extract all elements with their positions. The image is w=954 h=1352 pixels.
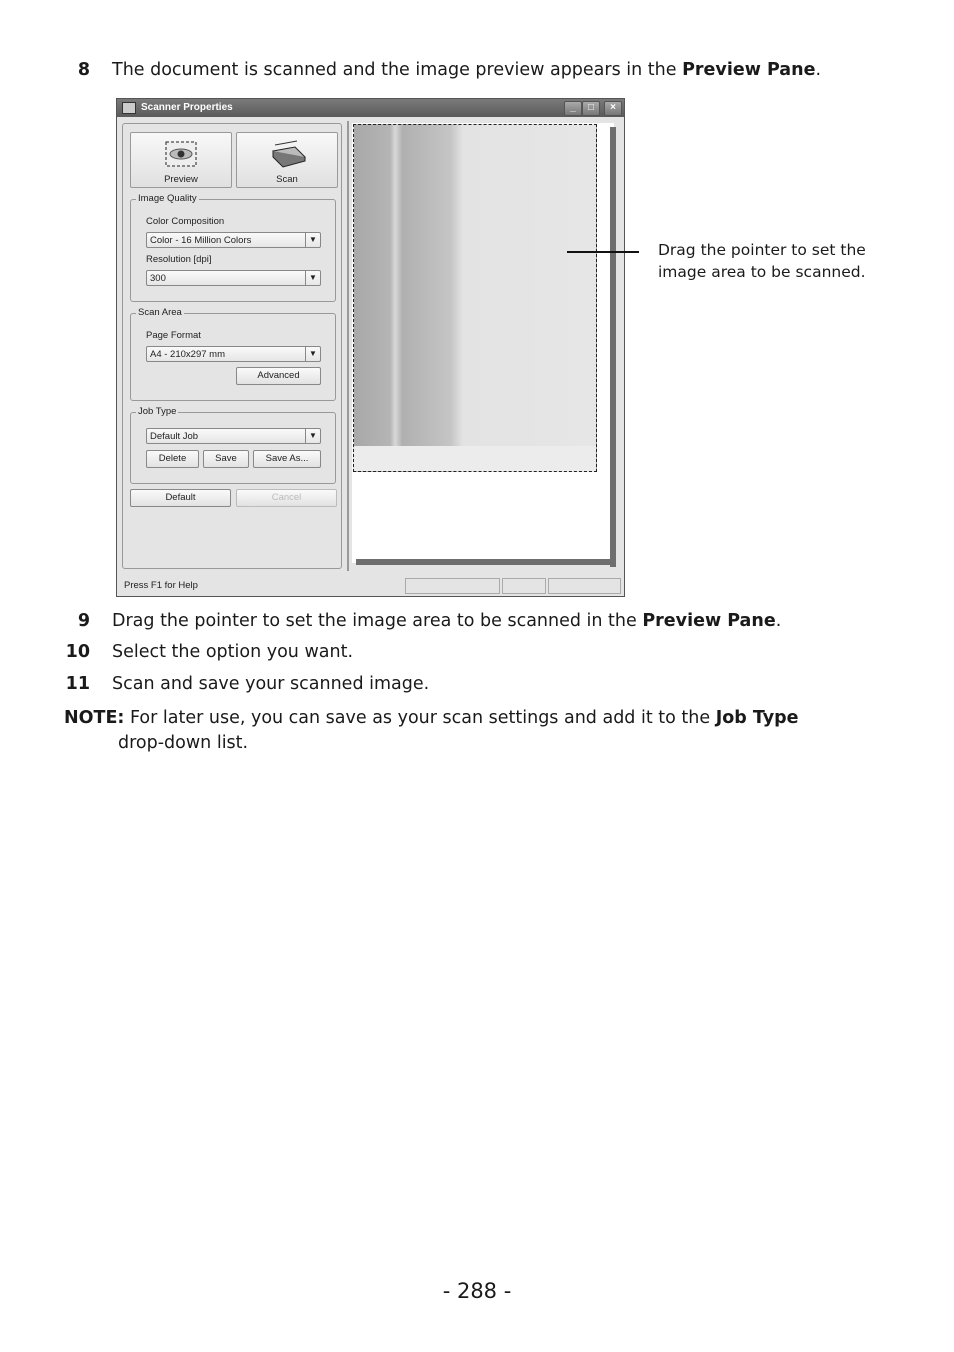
default-button[interactable]: Default [130, 489, 231, 507]
note-text-line-2: drop-down list. [118, 733, 249, 753]
chevron-down-icon: ▼ [305, 429, 320, 443]
scanner-properties-window: Scanner Properties _ □ × Preview Scan Im… [116, 98, 625, 597]
color-composition-select[interactable]: Color - 16 Million Colors ▼ [146, 232, 321, 248]
group-label: Job Type [136, 406, 179, 417]
scan-selection-area[interactable] [353, 124, 597, 472]
chevron-down-icon: ▼ [305, 271, 320, 285]
resolution-select[interactable]: 300 ▼ [146, 270, 321, 286]
note-bold: Job Type [715, 708, 799, 728]
chevron-down-icon: ▼ [305, 347, 320, 361]
image-quality-group: Image Quality Color Composition Color - … [130, 193, 336, 302]
scan-area-group: Scan Area Page Format A4 - 210x297 mm ▼ … [130, 307, 336, 401]
window-title: Scanner Properties [141, 102, 233, 113]
status-text: Press F1 for Help [124, 580, 198, 591]
status-bar: Press F1 for Help [117, 574, 624, 596]
job-type-select[interactable]: Default Job ▼ [146, 428, 321, 444]
step-number: 8 [77, 60, 90, 80]
selected-value: 300 [150, 273, 166, 284]
page-format-select[interactable]: A4 - 210x297 mm ▼ [146, 346, 321, 362]
callout-line-1: Drag the pointer to set the [658, 241, 866, 259]
callout-text: Drag the pointer to set the image area t… [658, 239, 866, 283]
eye-preview-icon [165, 141, 197, 167]
status-panel [502, 578, 546, 594]
page-shadow [610, 127, 616, 567]
status-panel [548, 578, 621, 594]
preview-button[interactable]: Preview [130, 132, 232, 188]
selected-value: A4 - 210x297 mm [150, 349, 225, 360]
minimize-button[interactable]: _ [564, 101, 582, 116]
preview-label: Preview [164, 174, 198, 185]
advanced-button[interactable]: Advanced [236, 367, 321, 385]
save-button[interactable]: Save [203, 450, 249, 468]
callout-line-2: image area to be scanned. [658, 263, 866, 281]
preview-pane[interactable] [347, 121, 623, 571]
step-text: Select the option you want. [112, 642, 354, 662]
maximize-button[interactable]: □ [582, 101, 600, 116]
group-label: Image Quality [136, 193, 199, 204]
step-text: Scan and save your scanned image. [112, 674, 430, 694]
note-label: NOTE: [64, 708, 125, 728]
save-as-button[interactable]: Save As... [253, 450, 321, 468]
page-shadow [356, 559, 616, 565]
close-button[interactable]: × [604, 101, 622, 116]
title-bar[interactable]: Scanner Properties _ □ × [117, 99, 624, 117]
group-label: Scan Area [136, 307, 184, 318]
scan-label: Scan [276, 174, 298, 185]
step-text: Drag the pointer to set the image area t… [112, 611, 782, 631]
delete-button[interactable]: Delete [146, 450, 199, 468]
scanner-icon [272, 140, 306, 168]
callout-line [567, 251, 639, 253]
resolution-label: Resolution [dpi] [146, 254, 212, 265]
settings-panel: Preview Scan Image Quality Color Composi… [122, 123, 342, 569]
step-number: 9 [77, 611, 90, 631]
step-number: 10 [65, 642, 90, 662]
step-text: The document is scanned and the image pr… [112, 60, 822, 80]
page-format-label: Page Format [146, 330, 201, 341]
step-number: 11 [65, 674, 90, 694]
app-icon [122, 102, 136, 114]
scanned-image-margin [354, 446, 596, 471]
note: NOTE: For later use, you can save as you… [64, 706, 864, 756]
selected-value: Default Job [150, 431, 199, 442]
selected-value: Color - 16 Million Colors [150, 235, 252, 246]
chevron-down-icon: ▼ [305, 233, 320, 247]
job-type-group: Job Type Default Job ▼ Delete Save Save … [130, 406, 336, 484]
page-number: - 288 - [442, 1279, 512, 1303]
color-composition-label: Color Composition [146, 216, 225, 227]
preview-canvas[interactable] [352, 123, 616, 567]
scan-button[interactable]: Scan [236, 132, 338, 188]
cancel-button: Cancel [236, 489, 337, 507]
note-text: For later use, you can save as your scan… [124, 708, 716, 728]
status-panel [405, 578, 500, 594]
